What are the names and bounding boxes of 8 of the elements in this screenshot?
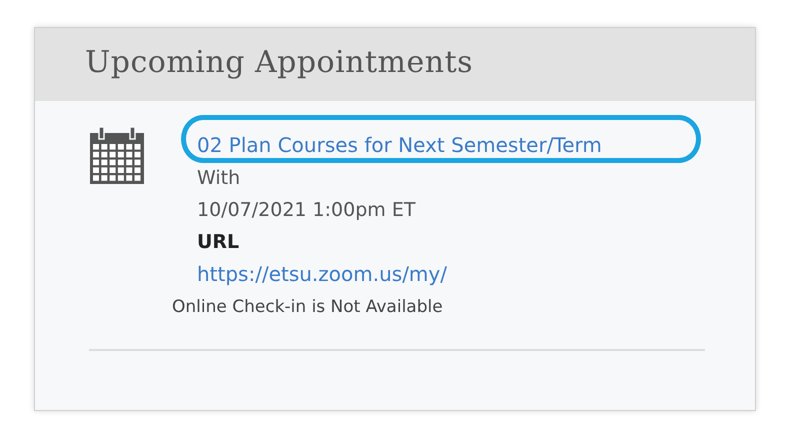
calendar-icon [89,127,145,185]
url-label: URL [197,230,240,255]
appointment-with: With [197,166,242,191]
check-in-status: Online Check-in is Not Available [172,296,444,319]
panel-title: Upcoming Appointments [85,45,474,80]
appointment-datetime: 10/07/2021 1:00pm ET [197,198,416,223]
appointment-link[interactable]: 02 Plan Courses for Next Semester/Term [197,133,602,157]
meeting-url-link[interactable]: https://etsu.zoom.us/my/ [197,262,447,286]
